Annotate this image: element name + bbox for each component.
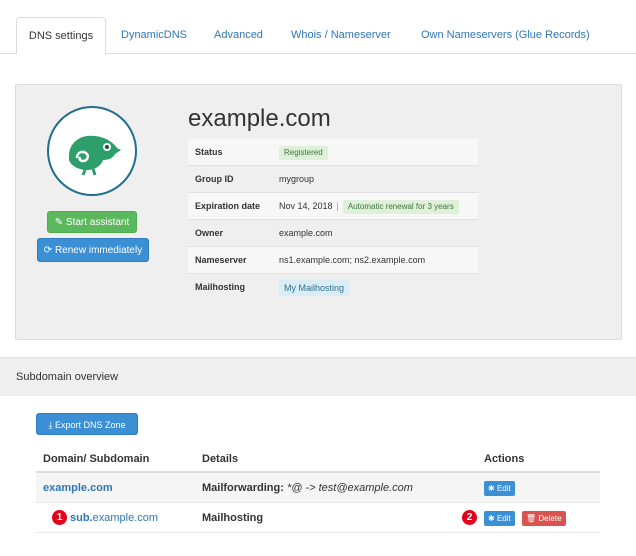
- edit-button[interactable]: ✱ Edit: [484, 511, 515, 526]
- start-assistant-button[interactable]: ✎ Start assistant: [47, 211, 137, 233]
- domain-link[interactable]: example.com: [43, 473, 113, 503]
- column-domain: Domain/ Subdomain: [43, 453, 150, 465]
- table-header: Domain/ Subdomain Details Actions: [36, 446, 600, 473]
- subdomain-section-header: Subdomain overview: [0, 357, 636, 396]
- tab-own-nameservers[interactable]: Own Nameservers (Glue Records): [421, 17, 590, 54]
- domain-details-table: Status Registered Group ID mygroup Expir…: [188, 139, 478, 301]
- gear-icon: ✱: [488, 514, 495, 523]
- tab-advanced[interactable]: Advanced: [214, 17, 263, 54]
- table-row: example.com Mailforwarding: *@ -> test@e…: [36, 473, 600, 503]
- download-icon: ⤓: [48, 420, 53, 430]
- section-title: Subdomain overview: [16, 371, 119, 383]
- chameleon-logo-icon: [47, 106, 137, 196]
- column-actions: Actions: [484, 453, 525, 465]
- status-badge: Registered: [279, 145, 328, 160]
- tab-whois-nameserver[interactable]: Whois / Nameserver: [291, 17, 391, 54]
- row-details: Mailforwarding: *@ -> test@example.com: [202, 482, 413, 494]
- detail-row-status: Status Registered: [188, 139, 478, 166]
- export-dns-zone-button[interactable]: ⤓ Export DNS Zone: [36, 413, 138, 435]
- row-details: Mailhosting: [202, 512, 264, 524]
- subdomain-link[interactable]: sub.example.com: [70, 503, 158, 533]
- callout-marker-2: 2: [462, 510, 477, 525]
- domain-title: example.com: [188, 105, 331, 132]
- subdomain-table: Domain/ Subdomain Details Actions exampl…: [36, 446, 600, 533]
- delete-button[interactable]: 🗑 Delete: [522, 511, 566, 526]
- refresh-icon: ⟳: [43, 245, 53, 256]
- renew-immediately-button[interactable]: ⟳ Renew immediately: [37, 238, 149, 262]
- detail-row-expiration: Expiration date Nov 14, 2018 | Automatic r…: [188, 193, 478, 220]
- renewal-badge: Automatic renewal for 3 years: [342, 199, 459, 214]
- detail-row-mailhosting: Mailhosting My Mailhosting: [188, 274, 478, 301]
- gear-icon: ✱: [488, 484, 495, 493]
- table-row: 1 sub.example.com Mailhosting 2 ✱ Edit 🗑…: [36, 503, 600, 533]
- mailhosting-link[interactable]: My Mailhosting: [279, 279, 350, 296]
- detail-row-nameserver: Nameserver ns1.example.com; ns2.example.…: [188, 247, 478, 274]
- tab-bar: DNS settings DynamicDNS Advanced Whois /…: [0, 0, 636, 55]
- tab-dynamic-dns[interactable]: DynamicDNS: [121, 17, 187, 54]
- wand-icon: ✎: [54, 217, 64, 228]
- detail-row-group: Group ID mygroup: [188, 166, 478, 193]
- detail-row-owner: Owner example.com: [188, 220, 478, 247]
- tab-dns-settings[interactable]: DNS settings: [16, 17, 106, 55]
- edit-button[interactable]: ✱ Edit: [484, 481, 515, 496]
- trash-icon: 🗑: [526, 514, 537, 523]
- callout-marker-1: 1: [52, 510, 67, 525]
- domain-card: ✎ Start assistant ⟳ Renew immediately ex…: [15, 84, 622, 340]
- column-details: Details: [202, 453, 239, 465]
